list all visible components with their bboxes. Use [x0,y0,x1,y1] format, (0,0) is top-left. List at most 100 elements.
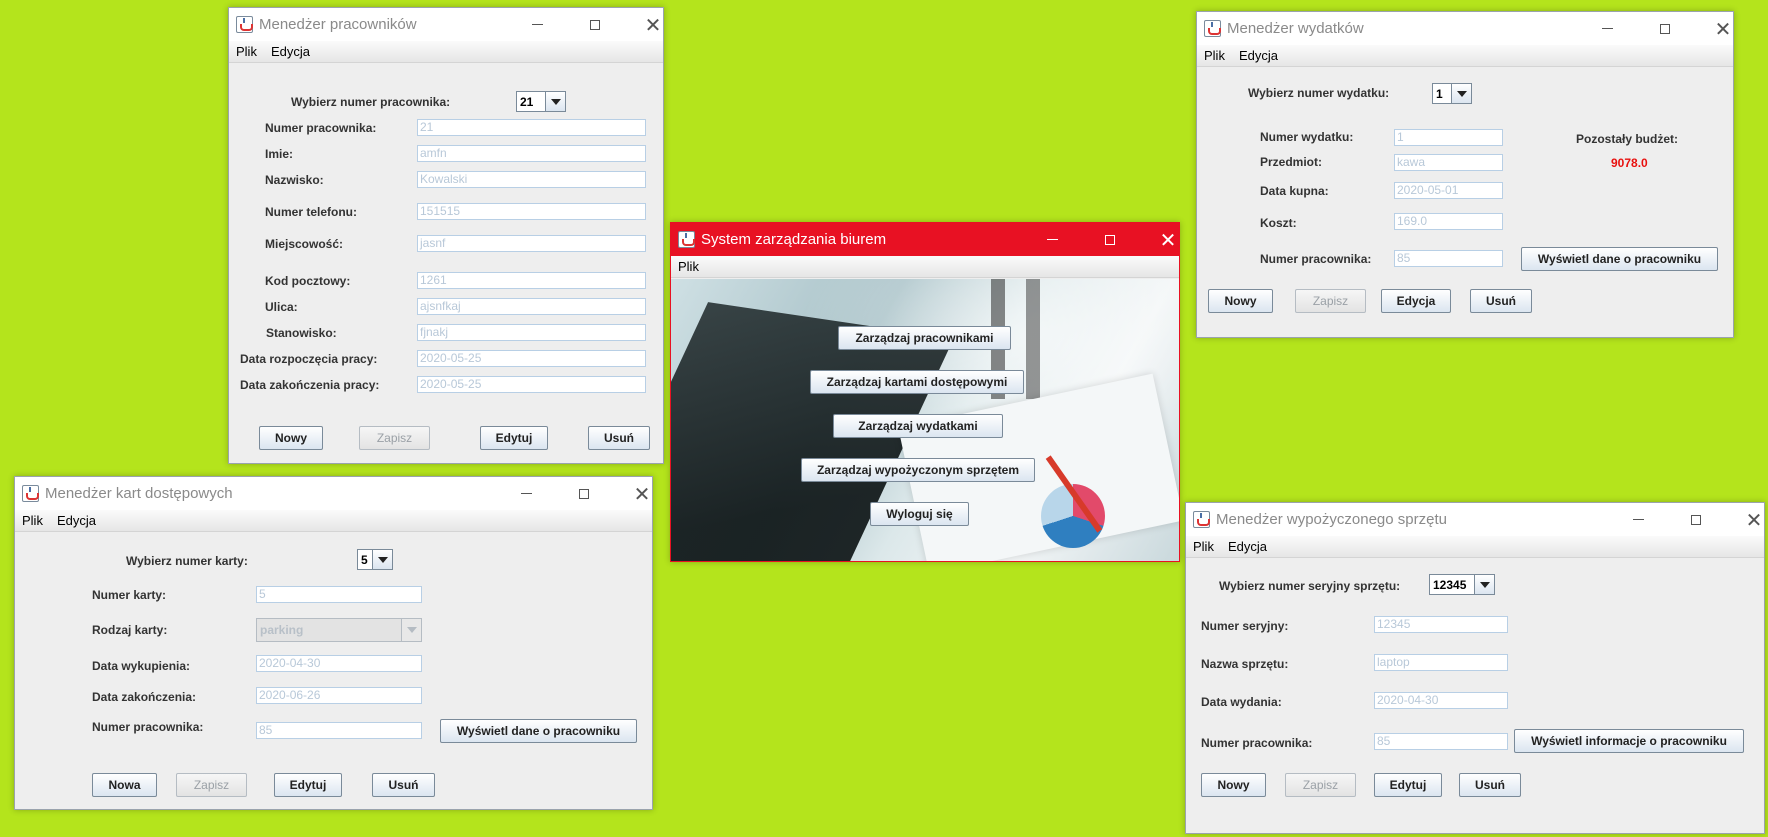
menu-file[interactable]: Plik [1203,48,1226,63]
edit-button[interactable]: Edytuj [274,773,342,797]
select-serial-label: Wybierz numer seryjny sprzętu: [1219,579,1401,593]
title-bar[interactable]: Menedżer wypożyczonego sprzętu ✕ [1186,503,1764,536]
last-name-field[interactable]: Kowalski [417,171,646,188]
minimize-icon[interactable] [506,477,546,510]
menu-edit[interactable]: Edycja [270,44,311,59]
delete-button[interactable]: Usuń [372,773,435,797]
dropdown-arrow-icon[interactable] [1474,575,1494,594]
end-date-field[interactable]: 2020-05-25 [417,376,646,393]
maximize-icon[interactable] [1645,12,1685,45]
menu-edit[interactable]: Edycja [56,513,97,528]
edit-button[interactable]: Edytuj [1374,773,1442,797]
start-date-field[interactable]: 2020-05-25 [417,350,646,367]
save-button[interactable]: Zapisz [1295,289,1366,313]
cost-field[interactable]: 169.0 [1394,213,1503,230]
combo-value: 12345 [1433,577,1467,592]
delete-button[interactable]: Usuń [588,426,650,450]
save-button[interactable]: Zapisz [1285,773,1356,797]
edit-button[interactable]: Edytuj [480,426,548,450]
postal-code-field[interactable]: 1261 [417,272,646,289]
field-label: Kod pocztowy: [265,274,351,288]
dropdown-arrow-icon[interactable] [372,550,392,569]
serial-number-select[interactable]: 12345 [1429,574,1495,595]
maximize-icon[interactable] [1090,223,1130,256]
menu-file[interactable]: Plik [235,44,258,59]
delete-button[interactable]: Usuń [1459,773,1521,797]
manage-equipment-button[interactable]: Zarządzaj wypożyczonym sprzętem [801,458,1035,482]
close-icon[interactable]: ✕ [633,8,673,41]
dropdown-arrow-icon[interactable] [1451,84,1471,103]
title-bar[interactable]: Menedżer pracowników ✕ [229,8,663,41]
maximize-icon[interactable] [1676,503,1716,536]
dropdown-arrow-icon[interactable] [545,92,565,111]
expense-manager-window: Menedżer wydatków ✕ Plik Edycja Wybierz … [1196,11,1734,338]
new-button[interactable]: Nowy [259,426,323,450]
combo-value: 21 [520,94,534,109]
field-label: Numer telefonu: [265,205,358,219]
delete-button[interactable]: Usuń [1470,289,1532,313]
window-title: Menedżer kart dostępowych [45,485,233,502]
save-button[interactable]: Zapisz [359,426,430,450]
purchase-date-field[interactable]: 2020-04-30 [256,655,422,672]
menu-edit[interactable]: Edycja [1227,539,1268,554]
show-employee-button[interactable]: Wyświetl dane o pracowniku [440,719,637,743]
title-bar[interactable]: Menedżer wydatków ✕ [1197,12,1733,45]
menu-edit[interactable]: Edycja [1238,48,1279,63]
close-icon[interactable]: ✕ [622,477,662,510]
budget-value: 9078.0 [1611,156,1648,170]
select-expense-label: Wybierz numer wydatku: [1248,86,1390,100]
new-button[interactable]: Nowy [1208,289,1273,313]
save-button[interactable]: Zapisz [176,773,247,797]
expense-number-select[interactable]: 1 [1432,83,1472,104]
new-button[interactable]: Nowa [92,773,157,797]
employee-number-field[interactable]: 85 [256,722,422,739]
field-label: Koszt: [1260,216,1297,230]
card-number-field[interactable]: 5 [256,586,422,603]
manage-access-cards-button[interactable]: Zarządzaj kartami dostępowymi [810,370,1024,394]
employee-number-field[interactable]: 85 [1374,733,1508,750]
menu-file[interactable]: Plik [21,513,44,528]
close-icon[interactable]: ✕ [1148,223,1188,256]
maximize-icon[interactable] [564,477,604,510]
card-type-select[interactable]: parking [256,618,422,642]
close-icon[interactable]: ✕ [1734,503,1768,536]
minimize-icon[interactable] [1032,223,1072,256]
equipment-name-field[interactable]: laptop [1374,654,1508,671]
card-number-select[interactable]: 5 [357,549,393,570]
show-employee-button[interactable]: Wyświetl informacje o pracowniku [1514,729,1744,753]
end-date-field[interactable]: 2020-06-26 [256,687,422,704]
serial-number-field[interactable]: 12345 [1374,616,1508,633]
maximize-icon[interactable] [575,8,615,41]
menu-file[interactable]: Plik [677,259,700,274]
dropdown-arrow-icon[interactable] [401,619,421,641]
item-field[interactable]: kawa [1394,154,1503,171]
minimize-icon[interactable] [517,8,557,41]
title-bar[interactable]: Menedżer kart dostępowych ✕ [15,477,652,510]
issue-date-field[interactable]: 2020-04-30 [1374,692,1508,709]
select-card-label: Wybierz numer karty: [126,554,248,568]
edit-button[interactable]: Edycja [1381,289,1451,313]
manage-expenses-button[interactable]: Zarządzaj wydatkami [833,414,1003,438]
field-label: Data wydania: [1201,695,1282,709]
logout-button[interactable]: Wyloguj się [870,502,969,526]
menu-file[interactable]: Plik [1192,539,1215,554]
employee-number-select[interactable]: 21 [516,91,566,112]
new-button[interactable]: Nowy [1201,773,1266,797]
java-icon [1193,511,1210,528]
manage-employees-button[interactable]: Zarządzaj pracownikami [838,326,1011,350]
title-bar[interactable]: System zarządzania biurem ✕ [671,223,1179,256]
first-name-field[interactable]: amfn [417,145,646,162]
street-field[interactable]: ajsnfkaj [417,298,646,315]
field-label: Numer pracownika: [92,720,204,734]
city-field[interactable]: jasnf [417,235,646,252]
employee-number-field[interactable]: 21 [417,119,646,136]
phone-field[interactable]: 151515 [417,203,646,220]
show-employee-button[interactable]: Wyświetl dane o pracowniku [1521,247,1718,271]
employee-number-field[interactable]: 85 [1394,250,1503,267]
purchase-date-field[interactable]: 2020-05-01 [1394,182,1503,199]
minimize-icon[interactable] [1618,503,1658,536]
minimize-icon[interactable] [1587,12,1627,45]
position-field[interactable]: fjnakj [417,324,646,341]
close-icon[interactable]: ✕ [1703,12,1743,45]
expense-number-field[interactable]: 1 [1394,129,1503,146]
